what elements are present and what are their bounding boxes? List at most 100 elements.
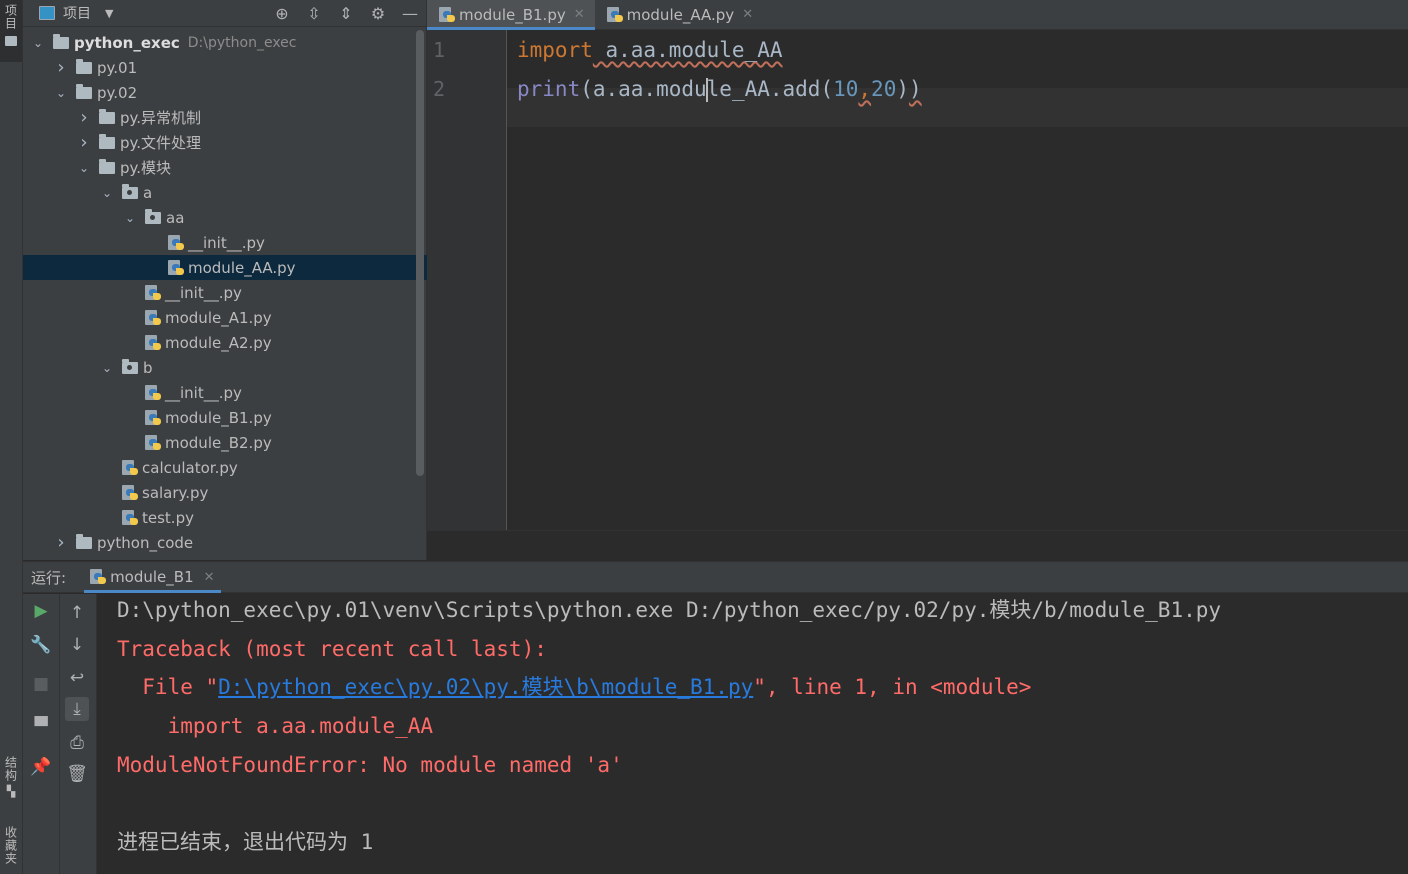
tree-item-label: b	[143, 358, 153, 377]
project-window-icon	[39, 6, 55, 20]
tree-item[interactable]: ›__init__.py	[23, 380, 427, 405]
close-icon[interactable]: ✕	[204, 570, 215, 585]
python-file-icon	[145, 334, 161, 351]
collapse-all-icon[interactable]: ⇕	[330, 4, 362, 23]
project-panel-header: 项目 ▼ ⊕ ⇳ ⇕ ⚙ —	[23, 0, 426, 27]
tree-item[interactable]: ›salary.py	[23, 480, 427, 505]
tree-item-label: __init__.py	[188, 233, 265, 252]
tree-item-label: py.异常机制	[120, 109, 202, 127]
tree-item[interactable]: ›module_B1.py	[23, 405, 427, 430]
folder-icon	[99, 133, 115, 149]
tree-item[interactable]: ›calculator.py	[23, 455, 427, 480]
tree-item[interactable]: ⌄ a	[23, 180, 427, 205]
tree-item[interactable]: › py.01	[23, 55, 427, 80]
code-line-2[interactable]: print(a.aa.module_AA.add(10,20))	[517, 70, 922, 109]
project-tool-tab[interactable]: 项目	[0, 0, 22, 62]
package-icon	[122, 183, 138, 199]
chevron-down-icon[interactable]: ⌄	[100, 186, 114, 200]
code-text: )	[909, 77, 922, 101]
pin-icon[interactable]: 📌	[29, 755, 53, 779]
tree-item[interactable]: ⌄ b	[23, 355, 427, 380]
code-editor[interactable]: 1 2 import a.aa.module_AA print(a.aa.mod…	[427, 30, 1408, 530]
code-text: a.aa.module_AA	[592, 38, 783, 62]
layout-icon[interactable]: ▀	[29, 715, 53, 739]
trash-icon[interactable]: 🗑	[65, 762, 89, 786]
console-command-line: D:\python_exec\py.01\venv\Scripts\python…	[117, 598, 1222, 622]
tree-item[interactable]: ›__init__.py	[23, 230, 427, 255]
tree-item[interactable]: ⌄ python_exec D:\python_exec	[23, 30, 427, 55]
chevron-down-icon[interactable]: ⌄	[123, 211, 137, 225]
code-text: (a.aa.modu	[580, 77, 707, 101]
chevron-right-icon[interactable]: ›	[54, 532, 68, 553]
structure-icon: ▚	[6, 785, 16, 798]
python-file-icon	[145, 409, 161, 426]
tree-item[interactable]: › py.文件处理	[23, 130, 427, 155]
close-icon[interactable]: ✕	[742, 7, 753, 22]
chevron-down-icon[interactable]: ▼	[105, 7, 113, 20]
arrow-up-icon[interactable]: ↑	[65, 601, 89, 625]
run-tab-module-b1[interactable]: module_B1 ✕	[84, 562, 222, 593]
locate-icon[interactable]: ⊕	[266, 4, 298, 23]
minimize-icon[interactable]: —	[394, 4, 426, 23]
favorites-tool-tab[interactable]: 收藏夹	[0, 826, 22, 874]
chevron-down-icon[interactable]: ⌄	[100, 361, 114, 375]
project-tree-scrollbar[interactable]	[416, 30, 424, 476]
print-icon[interactable]: ⎙	[65, 731, 89, 755]
tree-item[interactable]: ›module_A2.py	[23, 330, 427, 355]
chevron-right-icon[interactable]: ›	[77, 107, 91, 128]
gear-icon[interactable]: ⚙	[362, 4, 394, 23]
tab-label: module_AA.py	[626, 5, 735, 24]
number-literal: 10	[833, 77, 859, 101]
structure-tool-tab[interactable]: 结构 ▚	[0, 756, 22, 806]
run-console[interactable]: D:\python_exec\py.01\venv\Scripts\python…	[97, 594, 1408, 874]
tree-item[interactable]: ⌄ aa	[23, 205, 427, 230]
favorites-tool-tab-label: 收藏夹	[3, 826, 18, 865]
expand-all-icon[interactable]: ⇳	[298, 4, 330, 23]
chevron-down-icon[interactable]: ⌄	[77, 161, 91, 175]
chevron-right-icon[interactable]: ›	[77, 132, 91, 153]
arrow-down-icon[interactable]: ↓	[65, 633, 89, 657]
tree-item[interactable]: ›test.py	[23, 505, 427, 530]
editor-tab-bar: module_B1.py ✕ module_AA.py ✕	[427, 0, 1408, 30]
tree-item[interactable]: ⌄ py.02	[23, 80, 427, 105]
chevron-right-icon[interactable]: ›	[54, 57, 68, 78]
wrench-icon[interactable]: 🔧	[29, 633, 53, 657]
tree-item-label: salary.py	[142, 483, 209, 502]
console-traceback-line: Traceback (most recent call last):	[117, 637, 547, 661]
console-file-link[interactable]: D:\python_exec\py.02\py.模块\b\module_B1.p…	[218, 675, 753, 699]
project-panel-title[interactable]: 项目	[63, 3, 91, 23]
tree-item[interactable]: ›module_AA.py	[23, 255, 427, 280]
tree-item-label: module_A2.py	[165, 333, 272, 352]
chevron-down-icon[interactable]: ⌄	[31, 36, 45, 50]
soft-wrap-icon[interactable]: ↩	[65, 666, 89, 690]
tree-item[interactable]: ⌄ py.模块	[23, 155, 427, 180]
console-import-line: import a.aa.module_AA	[117, 714, 434, 738]
tab-module-b1[interactable]: module_B1.py ✕	[427, 0, 595, 30]
folder-icon	[76, 533, 92, 549]
code-text: le_AA.add(	[706, 77, 834, 101]
tree-item-path: D:\python_exec	[187, 34, 297, 51]
folder-icon	[76, 83, 92, 99]
tab-module-aa[interactable]: module_AA.py ✕	[595, 0, 763, 29]
line-number: 1	[433, 38, 446, 62]
tree-item[interactable]: › py.异常机制	[23, 105, 427, 130]
tree-item[interactable]: ›module_A1.py	[23, 305, 427, 330]
tree-item[interactable]: ›__init__.py	[23, 280, 427, 305]
python-file-icon	[145, 434, 161, 451]
folder-icon	[53, 33, 69, 49]
code-line-1[interactable]: import a.aa.module_AA	[517, 31, 783, 70]
line-number: 2	[433, 77, 446, 101]
scroll-to-end-icon[interactable]: ⤓	[65, 697, 89, 721]
tree-item-label: py.文件处理	[120, 134, 202, 152]
line-number-gutter: 1 2	[427, 30, 507, 530]
close-icon[interactable]: ✕	[574, 7, 585, 22]
tree-item[interactable]: › python_code	[23, 530, 427, 555]
tree-item[interactable]: ›module_B2.py	[23, 430, 427, 455]
folder-icon	[99, 158, 115, 174]
structure-tool-tab-label: 结构	[3, 756, 18, 782]
left-tool-strip: 项目 结构 ▚ 收藏夹	[0, 0, 23, 874]
chevron-down-icon[interactable]: ⌄	[54, 86, 68, 100]
rerun-icon[interactable]: ▶	[29, 599, 53, 623]
stop-icon[interactable]: ■	[29, 672, 53, 696]
python-file-icon	[145, 309, 161, 326]
